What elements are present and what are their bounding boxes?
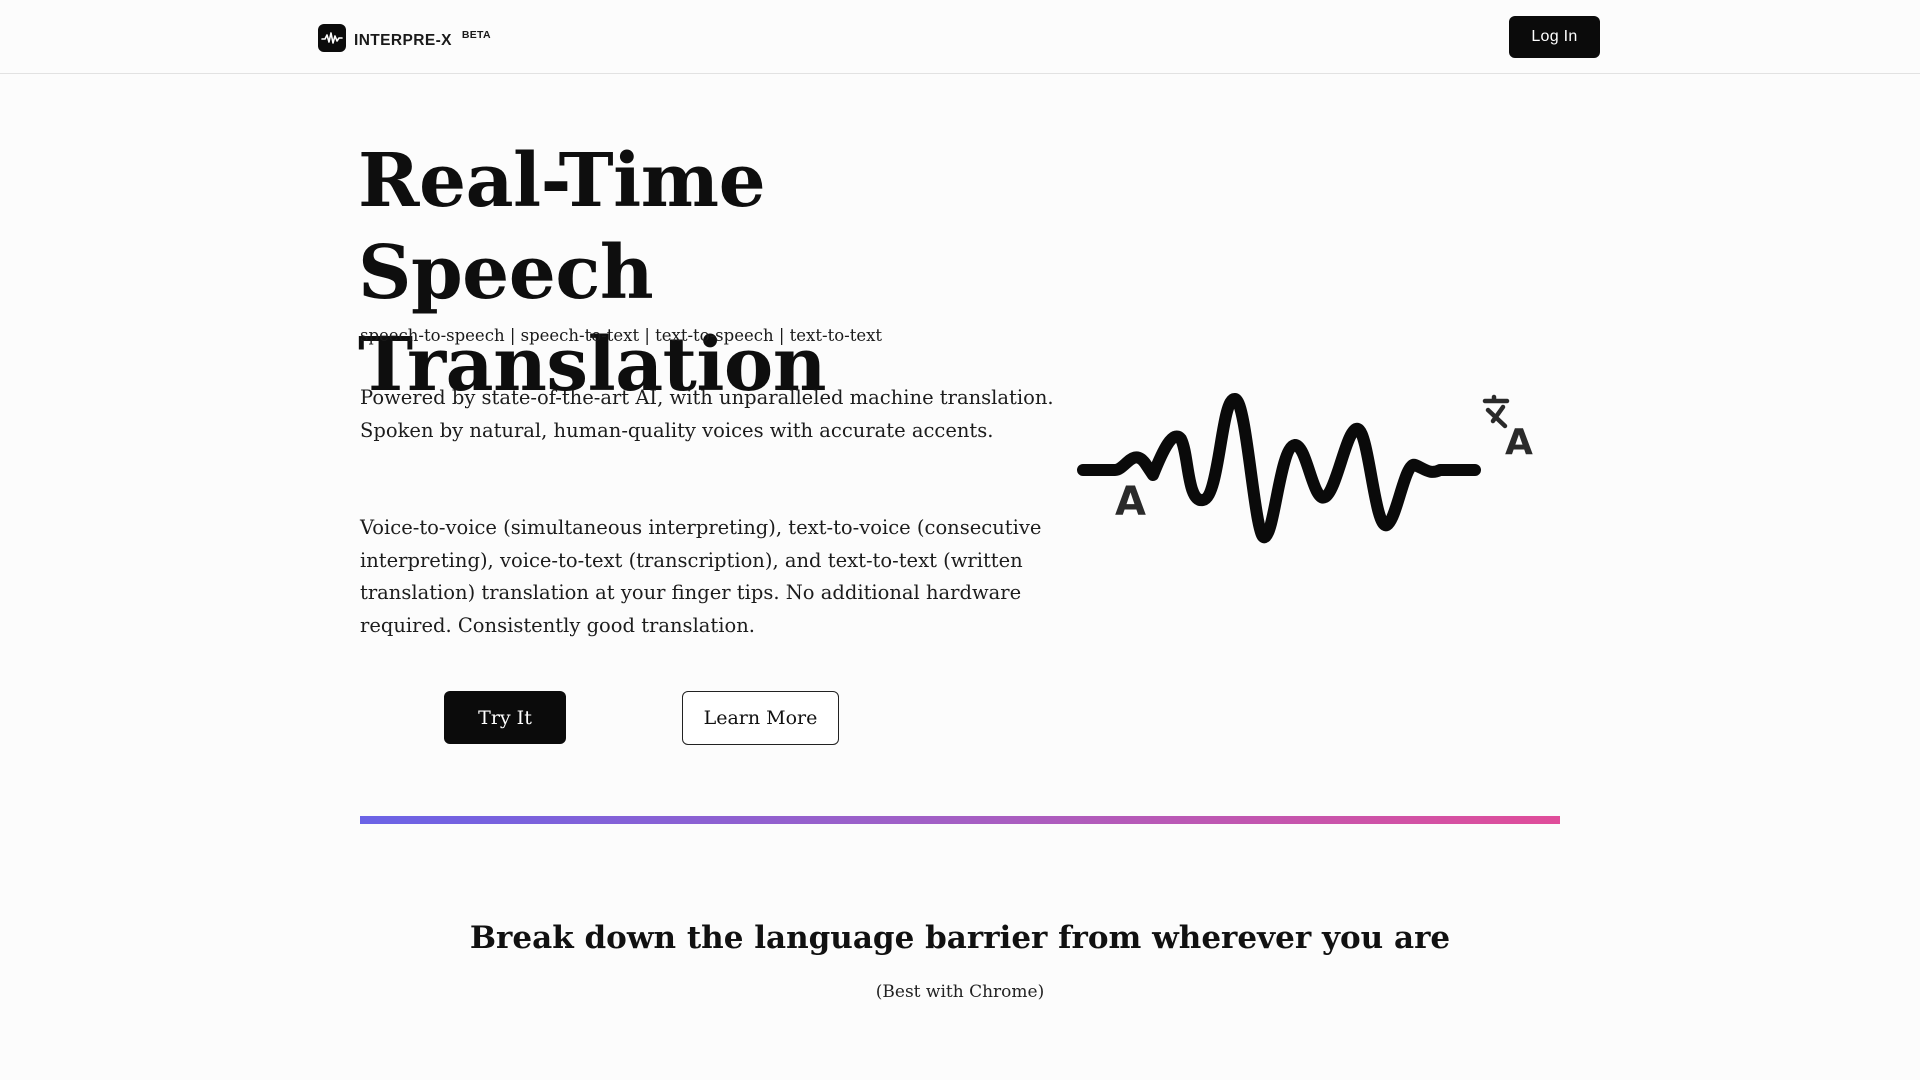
login-button[interactable]: Log In [1509, 16, 1600, 58]
translation-modes: speech-to-speech | speech-to-text | text… [360, 326, 883, 345]
source-letter: A [1115, 479, 1146, 525]
beta-badge: BETA [461, 29, 491, 41]
try-it-button[interactable]: Try It [444, 691, 566, 744]
brand-home-link[interactable]: INTERPRE-X BETA [318, 22, 491, 54]
browser-note: (Best with Chrome) [875, 982, 1045, 1002]
soundwave-icon [318, 24, 346, 52]
page-title: Real-Time Speech Translation [358, 138, 827, 408]
hero-description: Powered by state-of-the-art AI, with unp… [360, 386, 1054, 442]
speech-wave-translate-icon: A A [1077, 393, 1533, 544]
learn-more-button[interactable]: Learn More [682, 691, 839, 745]
translate-icon: A [1482, 394, 1533, 463]
brand-name: INTERPRE-X [354, 32, 452, 49]
section-heading: Break down the language barrier from whe… [469, 920, 1451, 956]
gradient-divider [360, 816, 1560, 824]
top-navbar: INTERPRE-X BETA Log In [0, 0, 1920, 74]
target-letter: A [1505, 422, 1533, 463]
hero-features: Voice-to-voice (simultaneous interpretin… [360, 516, 1042, 637]
